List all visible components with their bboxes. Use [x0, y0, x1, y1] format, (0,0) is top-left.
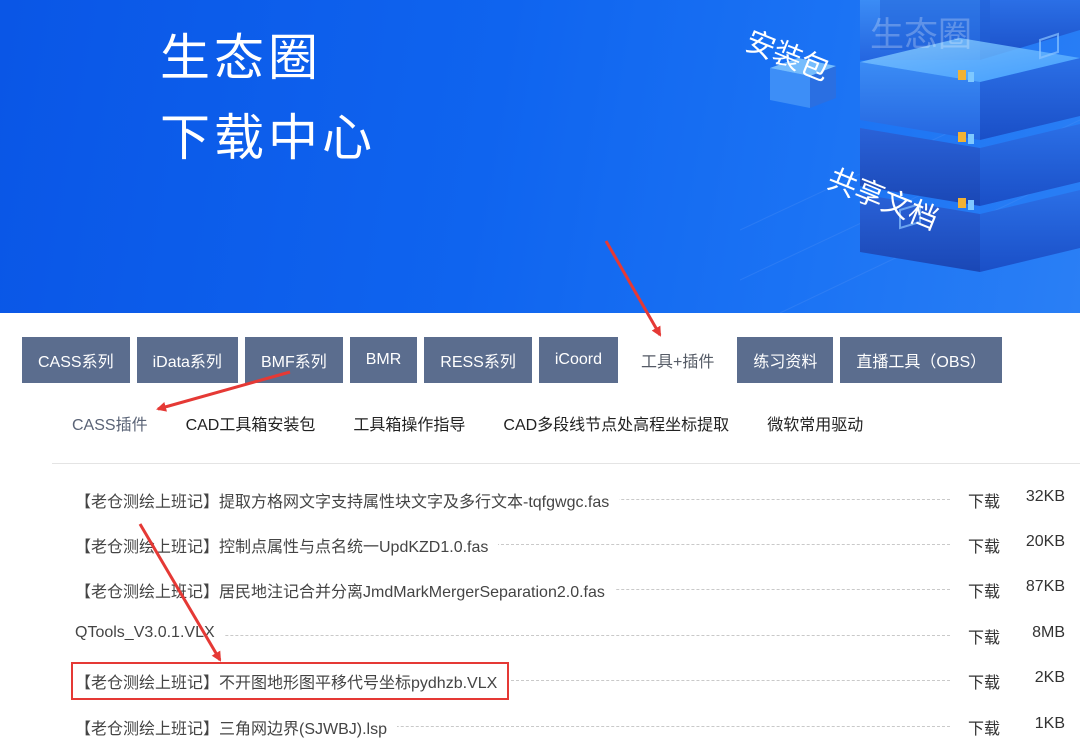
file-name: 【老仓测绘上班记】三角网边界(SJWBJ).lsp [75, 715, 398, 739]
file-row: 【老仓测绘上班记】居民地注记合并分离JmdMarkMergerSeparatio… [0, 566, 1080, 611]
tab-bmr[interactable]: BMR [349, 337, 418, 383]
download-link[interactable]: 下载 [968, 533, 1000, 557]
tab-practice-materials[interactable]: 练习资料 [737, 337, 834, 383]
file-name: 【老仓测绘上班记】控制点属性与点名统一UpdKZD1.0.fas [75, 533, 499, 557]
sub-tabs: CASS插件 CAD工具箱安装包 工具箱操作指导 CAD多段线节点处高程坐标提取… [72, 411, 901, 435]
file-name: 【老仓测绘上班记】提取方格网文字支持属性块文字及多行文本-tqfgwgc.fas [75, 488, 620, 512]
banner-title-line1: 生态圈 [160, 29, 322, 87]
tab-cass[interactable]: CASS系列 [22, 337, 130, 383]
tab-bmf[interactable]: BMF系列 [244, 337, 343, 383]
file-size: 20KB [1025, 533, 1065, 550]
file-size: 32KB [1025, 488, 1065, 505]
section-divider [52, 463, 1080, 464]
file-row: 【老仓测绘上班记】提取方格网文字支持属性块文字及多行文本-tqfgwgc.fas… [0, 476, 1080, 521]
subtab-cass-plugins[interactable]: CASS插件 [72, 411, 148, 435]
tab-idata[interactable]: iData系列 [136, 337, 238, 383]
file-size: 1KB [1034, 715, 1065, 732]
file-size: 87KB [1025, 578, 1065, 595]
subtab-cad-toolbox-installer[interactable]: CAD工具箱安装包 [186, 411, 316, 435]
banner-cube-label: 生态圈 [870, 15, 972, 55]
file-name: 【老仓测绘上班记】居民地注记合并分离JmdMarkMergerSeparatio… [75, 578, 615, 602]
hero-banner: 生态圈 下载中心 生态圈 安装包 共享文档 [0, 0, 1080, 313]
tab-ress[interactable]: RESS系列 [424, 337, 532, 383]
download-link[interactable]: 下载 [968, 488, 1000, 512]
subtab-cad-polyline-elevation[interactable]: CAD多段线节点处高程坐标提取 [503, 411, 729, 435]
banner-title-line2: 下载中心 [160, 109, 376, 167]
file-name: 【老仓测绘上班记】不开图地形图平移代号坐标pydhzb.VLX [75, 669, 508, 693]
download-link[interactable]: 下载 [968, 624, 1000, 648]
file-row: QTools_V3.0.1.VLX 下载 8MB [0, 612, 1080, 657]
tab-live-tools-obs[interactable]: 直播工具（OBS） [840, 337, 1003, 383]
download-link[interactable]: 下载 [968, 578, 1000, 602]
file-row: 【老仓测绘上班记】三角网边界(SJWBJ).lsp 下载 1KB [0, 703, 1080, 748]
file-row: 【老仓测绘上班记】控制点属性与点名统一UpdKZD1.0.fas 下载 20KB [0, 521, 1080, 566]
subtab-microsoft-drivers[interactable]: 微软常用驱动 [767, 411, 863, 435]
tab-tools-plugins[interactable]: 工具+插件 [625, 337, 731, 383]
subtab-toolbox-guide[interactable]: 工具箱操作指导 [353, 411, 465, 435]
file-row: 【老仓测绘上班记】不开图地形图平移代号坐标pydhzb.VLX 下载 2KB [0, 657, 1080, 702]
download-link[interactable]: 下载 [968, 669, 1000, 693]
file-size: 8MB [1032, 624, 1065, 641]
file-name: QTools_V3.0.1.VLX [75, 624, 225, 642]
download-link[interactable]: 下载 [968, 715, 1000, 739]
tab-icoord[interactable]: iCoord [538, 337, 618, 383]
file-size: 2KB [1034, 669, 1065, 686]
category-tabs: CASS系列 iData系列 BMF系列 BMR RESS系列 iCoord 工… [22, 337, 1009, 383]
